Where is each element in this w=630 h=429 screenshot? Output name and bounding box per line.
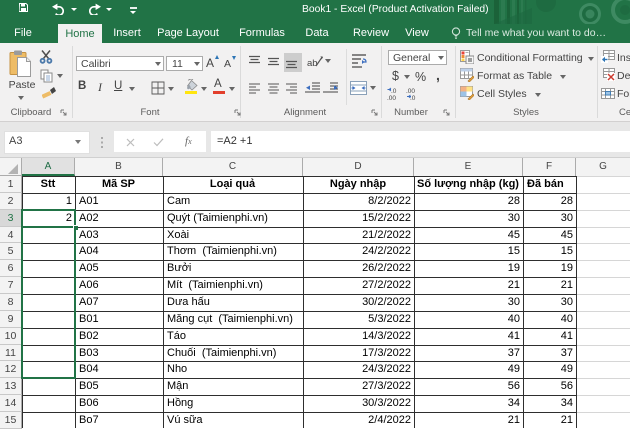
svg-text:.00: .00 [406,88,415,95]
svg-text:.0: .0 [391,88,397,95]
svg-text:.00: .00 [387,95,396,100]
svg-text:ab: ab [307,58,318,69]
svg-text:.0: .0 [410,95,416,100]
